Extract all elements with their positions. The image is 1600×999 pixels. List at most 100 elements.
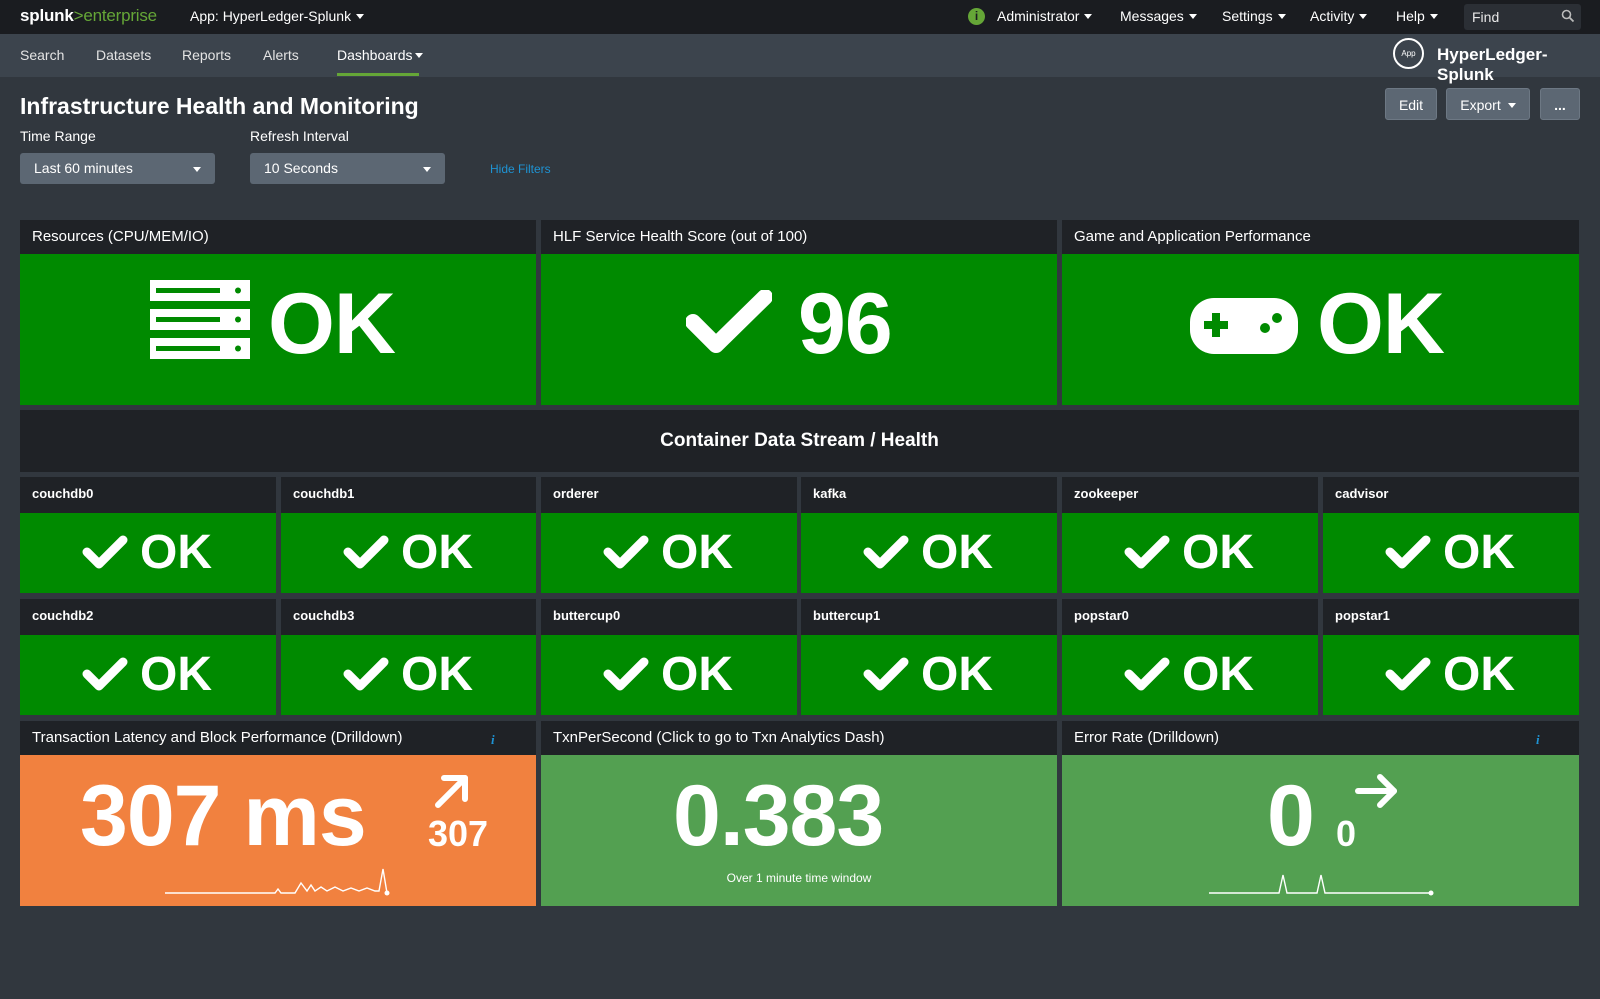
section-title: Container Data Stream / Health [20, 410, 1579, 472]
container-tile[interactable]: buttercup1 OK [801, 599, 1057, 715]
hide-filters-link[interactable]: Hide Filters [490, 162, 551, 176]
container-tile[interactable]: couchdb2 OK [20, 599, 276, 715]
arrow-right-icon [1355, 774, 1397, 808]
container-status: OK [661, 648, 733, 701]
latency-trend-value: 307 [428, 813, 489, 854]
nav-alerts[interactable]: Alerts [263, 47, 299, 63]
info-icon[interactable]: i [491, 732, 501, 748]
search-icon[interactable] [1561, 9, 1575, 23]
chevron-down-icon [414, 52, 423, 58]
container-status: OK [921, 526, 993, 579]
info-icon[interactable]: i [1536, 732, 1546, 748]
container-status: OK [401, 648, 473, 701]
container-tile[interactable]: popstar0 OK [1062, 599, 1318, 715]
container-name: kafka [813, 486, 847, 501]
container-tile[interactable]: orderer OK [541, 477, 797, 593]
panel-title: HLF Service Health Score (out of 100) [553, 228, 808, 245]
info-circle-icon[interactable]: i [968, 8, 985, 25]
find-box [1464, 4, 1581, 30]
container-tile[interactable]: cadvisor OK [1323, 477, 1579, 593]
single-value-tile: OK [20, 254, 536, 405]
container-status-tile: OK [541, 513, 797, 593]
arrow-up-right-icon [435, 775, 468, 808]
error-rate-panel[interactable]: Error Rate (Drilldown) i 0 0 [1062, 721, 1579, 906]
container-status-tile: OK [801, 635, 1057, 715]
container-status: OK [1182, 648, 1254, 701]
resources-panel[interactable]: Resources (CPU/MEM/IO) OK [20, 220, 536, 405]
nav-reports[interactable]: Reports [182, 47, 231, 63]
container-tile[interactable]: couchdb1 OK [281, 477, 536, 593]
logo-part-splunk: splunk [20, 6, 74, 25]
single-value-tile: 96 [541, 254, 1057, 405]
single-value-tile[interactable]: 0 0 [1062, 755, 1579, 906]
menu-activity[interactable]: Activity [1310, 8, 1368, 24]
top-bar: splunk>enterprise App: HyperLedger-Splun… [0, 0, 1600, 34]
transaction-latency-panel[interactable]: Transaction Latency and Block Performanc… [20, 721, 536, 906]
container-tile[interactable]: couchdb3 OK [281, 599, 536, 715]
txn-per-second-panel[interactable]: TxnPerSecond (Click to go to Txn Analyti… [541, 721, 1057, 906]
time-range-value: Last 60 minutes [34, 160, 133, 176]
export-button[interactable]: Export [1446, 88, 1530, 120]
time-range-dropdown[interactable]: Last 60 minutes [20, 153, 215, 184]
check-icon [863, 657, 909, 691]
game-app-performance-panel[interactable]: Game and Application Performance OK [1062, 220, 1579, 405]
container-status-tile: OK [1323, 513, 1579, 593]
container-tile[interactable]: couchdb0 OK [20, 477, 276, 593]
container-name: couchdb0 [32, 486, 94, 501]
menu-administrator[interactable]: Administrator [997, 8, 1093, 24]
container-tile[interactable]: kafka OK [801, 477, 1057, 593]
container-name: buttercup0 [553, 608, 621, 623]
container-status-tile: OK [801, 513, 1057, 593]
check-icon [1124, 657, 1170, 691]
page-title: Infrastructure Health and Monitoring [20, 93, 419, 119]
chevron-down-icon [1277, 13, 1286, 19]
export-button-label: Export [1460, 97, 1501, 113]
chevron-down-icon [1507, 102, 1516, 108]
edit-button[interactable]: Edit [1385, 88, 1437, 120]
container-status: OK [401, 526, 473, 579]
chevron-down-icon [356, 13, 365, 19]
app-icon: App [1393, 38, 1424, 69]
menu-messages-label: Messages [1120, 8, 1184, 24]
splunk-logo[interactable]: splunk>enterprise [20, 6, 157, 26]
container-status: OK [140, 648, 212, 701]
panel-title: Game and Application Performance [1074, 228, 1311, 245]
container-tile[interactable]: popstar1 OK [1323, 599, 1579, 715]
hlf-health-score-panel[interactable]: HLF Service Health Score (out of 100) 96 [541, 220, 1057, 405]
menu-settings[interactable]: Settings [1222, 8, 1286, 24]
gamepad-icon [1190, 298, 1298, 354]
check-icon [343, 535, 389, 569]
find-input[interactable] [1464, 4, 1554, 30]
game-performance-value: OK [1317, 276, 1445, 372]
nav-dashboards[interactable]: Dashboards [337, 47, 423, 63]
container-status: OK [140, 526, 212, 579]
nav-search[interactable]: Search [20, 47, 64, 63]
nav-datasets[interactable]: Datasets [96, 47, 151, 63]
app-nav-bar: Search Datasets Reports Alerts Dashboard… [0, 34, 1600, 77]
nav-dashboards-label: Dashboards [337, 47, 413, 63]
container-status: OK [921, 648, 993, 701]
menu-messages[interactable]: Messages [1120, 8, 1197, 24]
resources-status-value: OK [268, 276, 396, 372]
latency-sparkline [165, 868, 390, 896]
container-name: popstar0 [1074, 608, 1129, 623]
txn-per-second-value: 0.383 [673, 768, 884, 864]
container-status: OK [1443, 526, 1515, 579]
more-actions-button[interactable]: ... [1540, 88, 1580, 120]
single-value-tile: OK [1062, 254, 1579, 405]
single-value-tile[interactable]: 307 ms 307 [20, 755, 536, 906]
refresh-interval-label: Refresh Interval [250, 128, 349, 144]
app-menu-label: App: HyperLedger-Splunk [190, 8, 352, 24]
menu-help[interactable]: Help [1396, 8, 1438, 24]
refresh-interval-dropdown[interactable]: 10 Seconds [250, 153, 445, 184]
check-icon [686, 290, 772, 353]
app-menu[interactable]: App: HyperLedger-Splunk [190, 8, 365, 24]
container-status-tile: OK [1323, 635, 1579, 715]
chevron-down-icon [1359, 13, 1368, 19]
container-name: couchdb2 [32, 608, 94, 623]
txn-per-second-subtitle: Over 1 minute time window [726, 871, 872, 885]
container-status: OK [1443, 648, 1515, 701]
container-tile[interactable]: zookeeper OK [1062, 477, 1318, 593]
container-tile[interactable]: buttercup0 OK [541, 599, 797, 715]
single-value-tile[interactable]: 0.383 Over 1 minute time window [541, 755, 1057, 906]
